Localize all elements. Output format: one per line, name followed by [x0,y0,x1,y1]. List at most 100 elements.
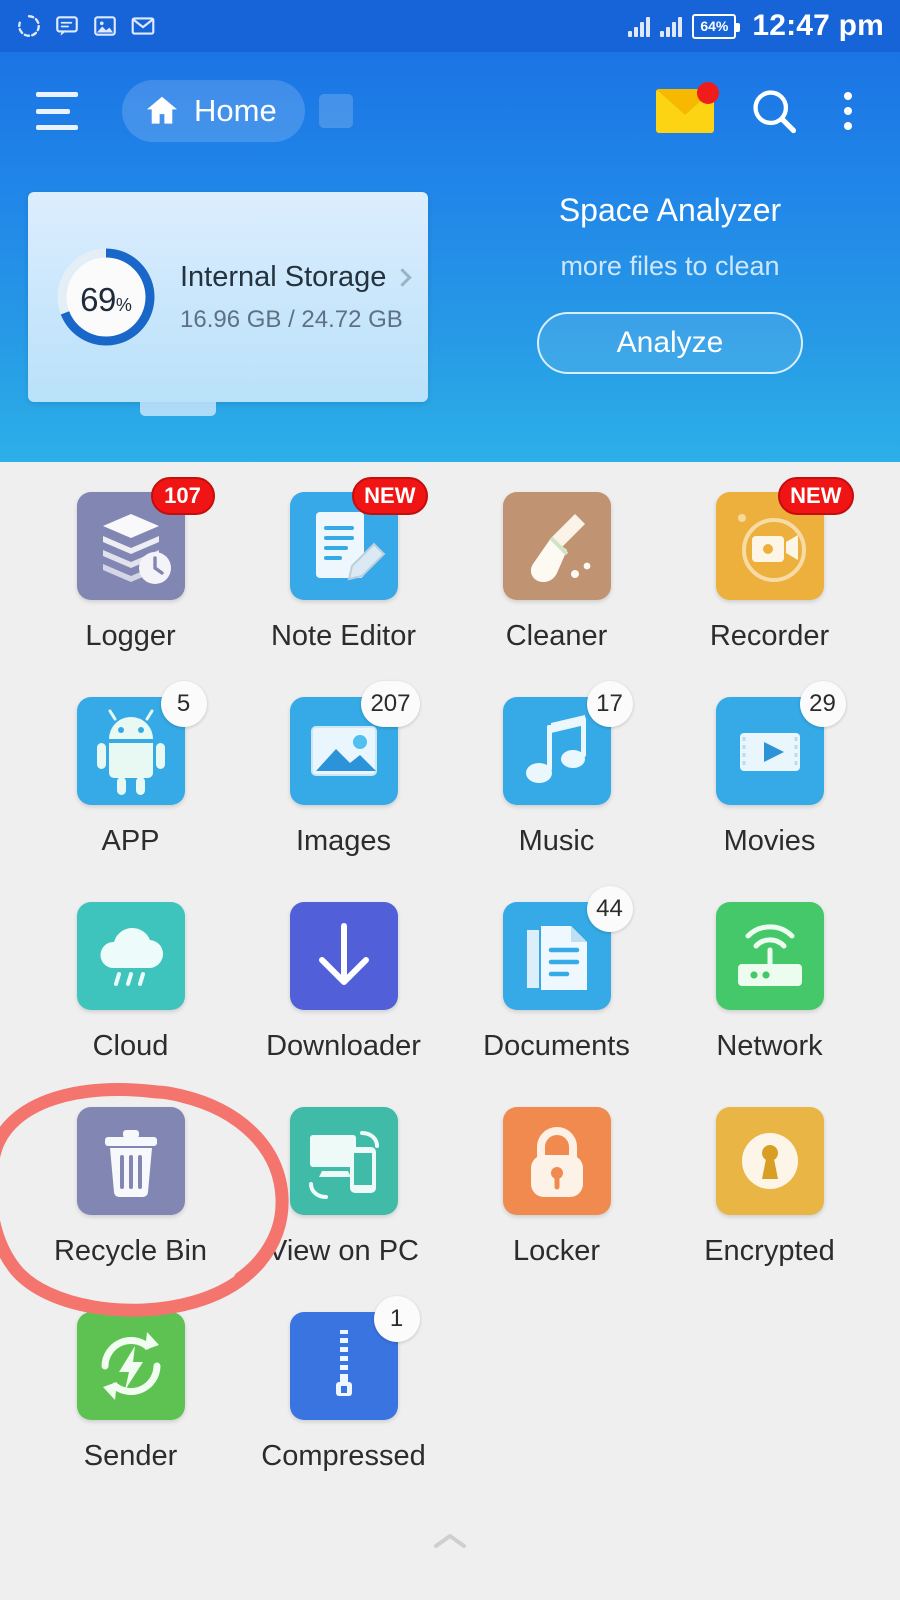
app-grid: 107 Logger NEW Note Editor Cleaner NEW Recorde… [0,462,900,1600]
photo-icon: 207 [289,681,420,805]
space-analyzer-subtitle: more files to clean [560,251,780,281]
app-bar-actions [656,82,872,137]
download-arrow-icon [289,902,398,1010]
app-tile-label: Locker [512,1235,601,1267]
app-tile-encrypted[interactable]: Encrypted [663,1107,876,1312]
tab-home-label: Home [194,93,277,128]
badge-app: 5 [160,681,207,727]
header-panel: Home 69 % Internal Storage 16.96 GB / 24… [0,52,900,462]
chevron-right-icon [393,267,413,287]
battery-percent-label: 64% [700,18,729,34]
badge-recorder: NEW [778,477,854,515]
message-icon [56,16,78,36]
app-tile-label: Documents [483,1030,630,1062]
app-tile-label: Cleaner [505,620,608,652]
padlock-icon [502,1107,611,1215]
video-camera-icon: NEW [715,477,854,600]
email-icon [131,17,155,35]
app-tile-compressed[interactable]: 1 Compressed [237,1296,450,1517]
storage-title-label: Internal Storage [180,260,387,293]
app-tile-label: Compressed [261,1440,426,1472]
status-bar: 64% 12:47 pm [0,0,900,52]
android-icon: 5 [76,681,207,805]
app-tile-label: Recorder [709,620,830,652]
app-tile-label: APP [101,825,160,857]
badge-note-editor: NEW [352,477,428,515]
badge-movies: 29 [799,681,846,727]
badge-documents: 44 [586,886,633,932]
badge-logger: 107 [150,477,215,515]
app-tile-cloud[interactable]: Cloud [24,902,237,1107]
app-tile-label: Images [295,825,392,857]
app-tile-label: Encrypted [704,1235,835,1267]
sync-icon [18,15,40,37]
app-tile-movies[interactable]: 29 Movies [663,681,876,902]
signal-bars-sim1 [628,15,651,37]
phone-screen: 64% 12:47 pm Home 69 % Internal Storage … [0,0,900,1600]
status-bar-left-icons [16,13,156,39]
app-tile-documents[interactable]: 44 Documents [450,886,663,1107]
logger-icon: 107 [76,477,215,600]
pc-phone-sync-icon [289,1107,398,1215]
trash-icon [76,1107,185,1215]
keyhole-icon [715,1107,824,1215]
badge-images: 207 [361,681,420,727]
mail-button[interactable] [656,82,719,133]
film-play-icon: 29 [715,681,846,805]
storage-percent-symbol: % [115,295,132,315]
app-tile-label: Music [518,825,595,857]
app-tile-app[interactable]: 5 APP [24,681,237,902]
note-editor-icon: NEW [289,477,428,600]
cloud-icon [76,902,185,1010]
app-bar: Home [0,52,900,170]
music-note-icon: 17 [502,681,633,805]
app-tile-locker[interactable]: Locker [450,1107,663,1312]
app-tile-network[interactable]: Network [663,902,876,1107]
app-tile-view-on-pc[interactable]: View on PC [237,1107,450,1312]
app-tile-sender[interactable]: Sender [24,1312,237,1517]
app-tile-downloader[interactable]: Downloader [237,902,450,1107]
status-bar-right-icons: 64% 12:47 pm [628,9,884,43]
app-tile-recorder[interactable]: NEW Recorder [663,477,876,697]
space-analyzer-title: Space Analyzer [558,192,782,228]
more-vertical-icon[interactable] [834,88,862,134]
app-tile-recycle-bin[interactable]: Recycle Bin [24,1107,237,1312]
app-tile-label: Network [716,1030,823,1062]
analyze-button[interactable]: Analyze [537,312,803,374]
app-tile-cleaner[interactable]: Cleaner [450,492,663,697]
app-tile-label: Recycle Bin [53,1235,208,1267]
clock-label: 12:47 pm [752,9,884,42]
app-tile-label: Cloud [92,1030,169,1062]
chevron-up-icon [434,1534,466,1548]
internal-storage-card[interactable]: 69 % Internal Storage 16.96 GB / 24.72 G… [28,192,428,416]
tab-home[interactable]: Home [122,80,305,142]
hamburger-menu-icon[interactable] [36,92,84,130]
search-icon[interactable] [748,85,800,137]
storage-usage-label: 16.96 GB / 24.72 GB [180,305,403,333]
app-tile-label: Movies [723,825,816,857]
signal-bars-sim2 [660,15,683,37]
app-tile-label: Downloader [266,1030,421,1062]
app-tile-label: Note Editor [270,620,417,652]
app-tile-music[interactable]: 17 Music [450,681,663,902]
broom-icon [502,492,611,600]
storage-title-row: Internal Storage [180,260,413,294]
image-icon [94,16,116,36]
app-tile-note-editor[interactable]: NEW Note Editor [237,477,450,697]
zipper-icon: 1 [289,1296,420,1420]
tab-secondary-stub[interactable] [318,94,353,128]
space-analyzer-panel: Space Analyzer more files to clean Analy… [440,192,900,374]
app-tile-label: Logger [85,620,176,652]
home-icon [146,96,178,124]
mail-notification-dot [697,82,719,104]
app-tile-label: Sender [83,1440,178,1472]
battery-icon: 64% [692,13,741,39]
bottom-expand-handle[interactable] [0,1530,900,1552]
sync-bolt-icon [76,1312,185,1420]
storage-percent: 69 % [50,241,162,353]
storage-donut-chart: 69 % [50,241,162,353]
app-tile-images[interactable]: 207 Images [237,681,450,902]
app-tile-logger[interactable]: 107 Logger [24,477,237,697]
document-icon: 44 [502,886,633,1010]
badge-music: 17 [586,681,633,727]
